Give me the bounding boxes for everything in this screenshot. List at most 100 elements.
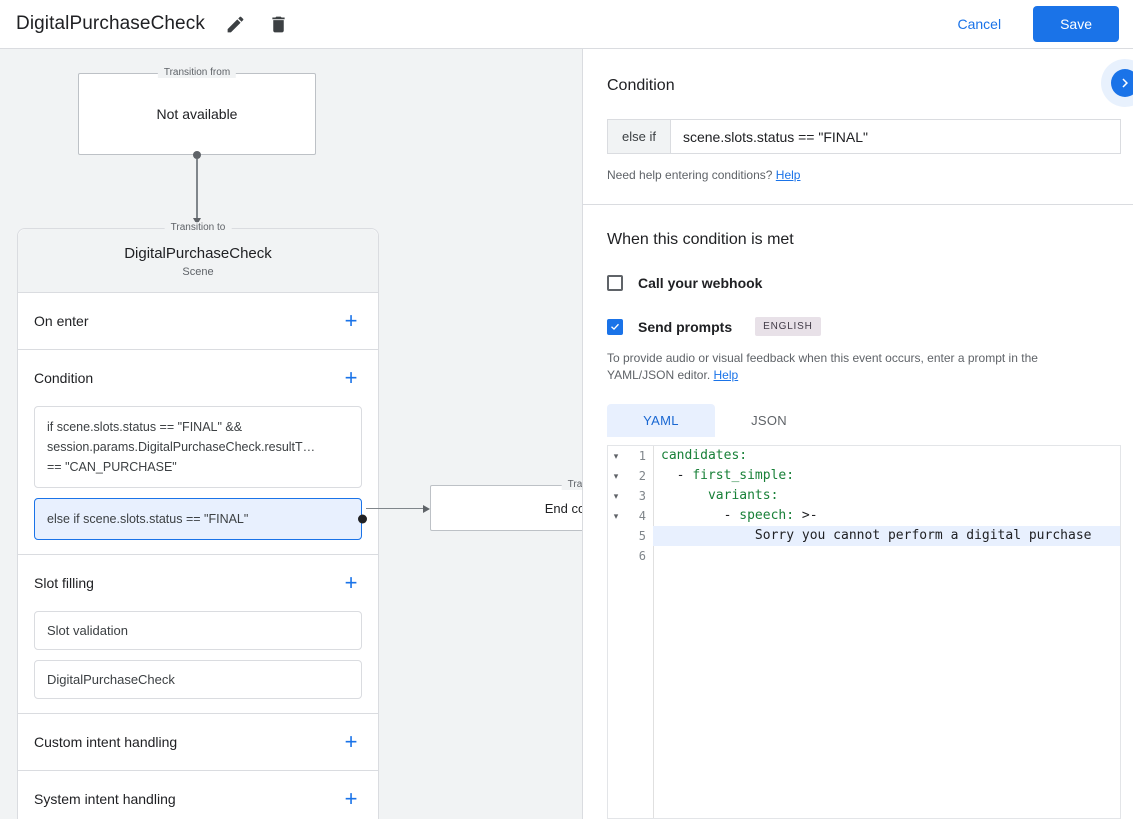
slot-item[interactable]: DigitalPurchaseCheck <box>34 660 362 699</box>
arrow-right-icon <box>423 504 430 513</box>
transition-from-node[interactable]: Transition from Not available <box>78 67 316 155</box>
section-condition: Condition + if scene.slots.status == "FI… <box>18 350 378 555</box>
condition-input[interactable] <box>669 119 1121 154</box>
condition-item[interactable]: if scene.slots.status == "FINAL" && sess… <box>34 406 362 488</box>
code-line[interactable]: 6 <box>608 546 1120 566</box>
add-system-intent-button[interactable]: + <box>340 788 362 810</box>
condition-label: Condition <box>34 370 94 386</box>
line-number: 3 <box>638 489 646 503</box>
section-slot-filling: Slot filling + Slot validation DigitalPu… <box>18 555 378 714</box>
line-number: 5 <box>638 529 646 543</box>
condition-list: if scene.slots.status == "FINAL" && sess… <box>18 406 378 554</box>
fold-toggle-icon[interactable]: ▾ <box>608 466 624 486</box>
scene-canvas: Transition from Not available Transition… <box>0 49 583 819</box>
panel-heading: Condition <box>607 77 675 94</box>
end-conversation-node[interactable]: Transition to End conversation <box>430 479 582 531</box>
fold-toggle-icon[interactable]: ▾ <box>608 486 624 506</box>
page-title: DigitalPurchaseCheck <box>16 13 205 34</box>
cancel-button[interactable]: Cancel <box>957 16 1001 32</box>
code-line[interactable]: ▾ 3 variants: <box>608 486 1120 506</box>
panel-header: Condition <box>583 49 1133 95</box>
fold-toggle-icon[interactable]: ▾ <box>608 446 624 466</box>
send-prompts-checkbox-row[interactable]: Send prompts ENGLISH <box>607 317 1121 336</box>
checkmark-icon <box>611 323 619 331</box>
editor-tabs: YAML JSON <box>607 404 1121 437</box>
code-text: Sorry you cannot perform a digital purch… <box>653 526 1120 546</box>
section-on-enter: On enter + <box>18 293 378 350</box>
condition-help-link[interactable]: Help <box>776 168 801 182</box>
code-line[interactable]: ▾ 2 - first_simple: <box>608 466 1120 486</box>
system-intent-row[interactable]: System intent handling + <box>18 771 378 819</box>
condition-item-text: else if scene.slots.status == "FINAL" <box>47 512 249 526</box>
panel-body: When this condition is met Call your web… <box>583 205 1133 819</box>
scene-title: DigitalPurchaseCheck <box>124 245 272 262</box>
condition-item-line: == "CAN_PURCHASE" <box>47 460 177 474</box>
save-button[interactable]: Save <box>1033 6 1119 42</box>
delete-icon[interactable] <box>267 12 291 36</box>
condition-row[interactable]: Condition + <box>18 350 378 406</box>
webhook-checkbox[interactable] <box>607 275 623 291</box>
condition-item-selected[interactable]: else if scene.slots.status == "FINAL" <box>34 498 367 540</box>
add-on-enter-button[interactable]: + <box>340 310 362 332</box>
condition-item-line: session.params.DigitalPurchaseCheck.resu… <box>47 440 316 454</box>
slot-item[interactable]: Slot validation <box>34 611 362 650</box>
custom-intent-label: Custom intent handling <box>34 734 178 750</box>
add-slot-button[interactable]: + <box>340 572 362 594</box>
webhook-checkbox-row[interactable]: Call your webhook <box>607 275 1121 291</box>
scene-card: Transition to DigitalPurchaseCheck Scene… <box>17 222 379 819</box>
collapse-panel-button[interactable] <box>1111 69 1133 97</box>
condition-met-heading: When this condition is met <box>607 231 794 248</box>
connector-line <box>196 159 198 218</box>
code-text: - first_simple: <box>661 468 795 483</box>
condition-item-line: if scene.slots.status == "FINAL" && <box>47 420 243 434</box>
language-badge: ENGLISH <box>755 317 821 336</box>
yaml-editor[interactable]: ▾ 1 candidates: ▾ 2 - first_simple: ▾ 3 varian… <box>607 445 1121 819</box>
topbar: DigitalPurchaseCheck Cancel Save <box>0 0 1133 49</box>
tab-yaml[interactable]: YAML <box>607 404 715 437</box>
main-content: Transition from Not available Transition… <box>0 49 1133 819</box>
send-prompts-label: Send prompts <box>638 318 733 335</box>
scene-subtitle: Scene <box>182 266 214 278</box>
on-enter-row[interactable]: On enter + <box>18 293 378 349</box>
code-line[interactable]: ▾ 4 - speech: >- <box>608 506 1120 526</box>
condition-panel: Condition else if Need help entering con… <box>583 49 1133 819</box>
webhook-label: Call your webhook <box>638 275 763 291</box>
code-line[interactable]: 5 Sorry you cannot perform a digital pur… <box>608 526 1120 546</box>
condition-help: Need help entering conditions? Help <box>607 168 1109 182</box>
prompts-hint-text: To provide audio or visual feedback when… <box>607 351 1038 382</box>
send-prompts-checkbox[interactable] <box>607 318 623 335</box>
add-custom-intent-button[interactable]: + <box>340 731 362 753</box>
connector-right <box>366 504 430 513</box>
transition-from-label: Transition from <box>157 67 237 78</box>
scene-card-header[interactable]: DigitalPurchaseCheck Scene <box>18 229 378 293</box>
condition-help-text: Need help entering conditions? <box>607 168 773 182</box>
prompts-help-link[interactable]: Help <box>714 368 739 382</box>
transition-from-content: Not available <box>156 106 238 122</box>
connector-dot <box>193 151 201 159</box>
chevron-right-icon <box>1122 78 1128 88</box>
line-number: 6 <box>638 549 646 563</box>
connection-port <box>358 514 367 524</box>
add-condition-button[interactable]: + <box>340 367 362 389</box>
on-enter-label: On enter <box>34 313 89 329</box>
slot-filling-row[interactable]: Slot filling + <box>18 555 378 611</box>
fold-toggle-icon[interactable]: ▾ <box>608 506 624 526</box>
line-number: 1 <box>638 449 646 463</box>
end-node-content: End conversation <box>544 500 582 516</box>
code-line[interactable]: ▾ 1 candidates: <box>608 446 1120 466</box>
line-number: 4 <box>638 509 646 523</box>
condition-prefix: else if <box>607 119 670 154</box>
slot-list: Slot validation DigitalPurchaseCheck <box>18 611 378 713</box>
app-window: DigitalPurchaseCheck Cancel Save Transit… <box>0 0 1133 819</box>
connector-line <box>366 507 423 510</box>
code-text: - speech: >- <box>661 508 818 523</box>
end-node-label: Transition to <box>561 479 582 490</box>
section-system-intent: System intent handling + <box>18 771 378 819</box>
custom-intent-row[interactable]: Custom intent handling + <box>18 714 378 770</box>
edit-icon[interactable] <box>224 12 248 36</box>
tab-json[interactable]: JSON <box>715 404 823 437</box>
yaml-editor-lines: ▾ 1 candidates: ▾ 2 - first_simple: ▾ 3 varian… <box>608 446 1120 566</box>
